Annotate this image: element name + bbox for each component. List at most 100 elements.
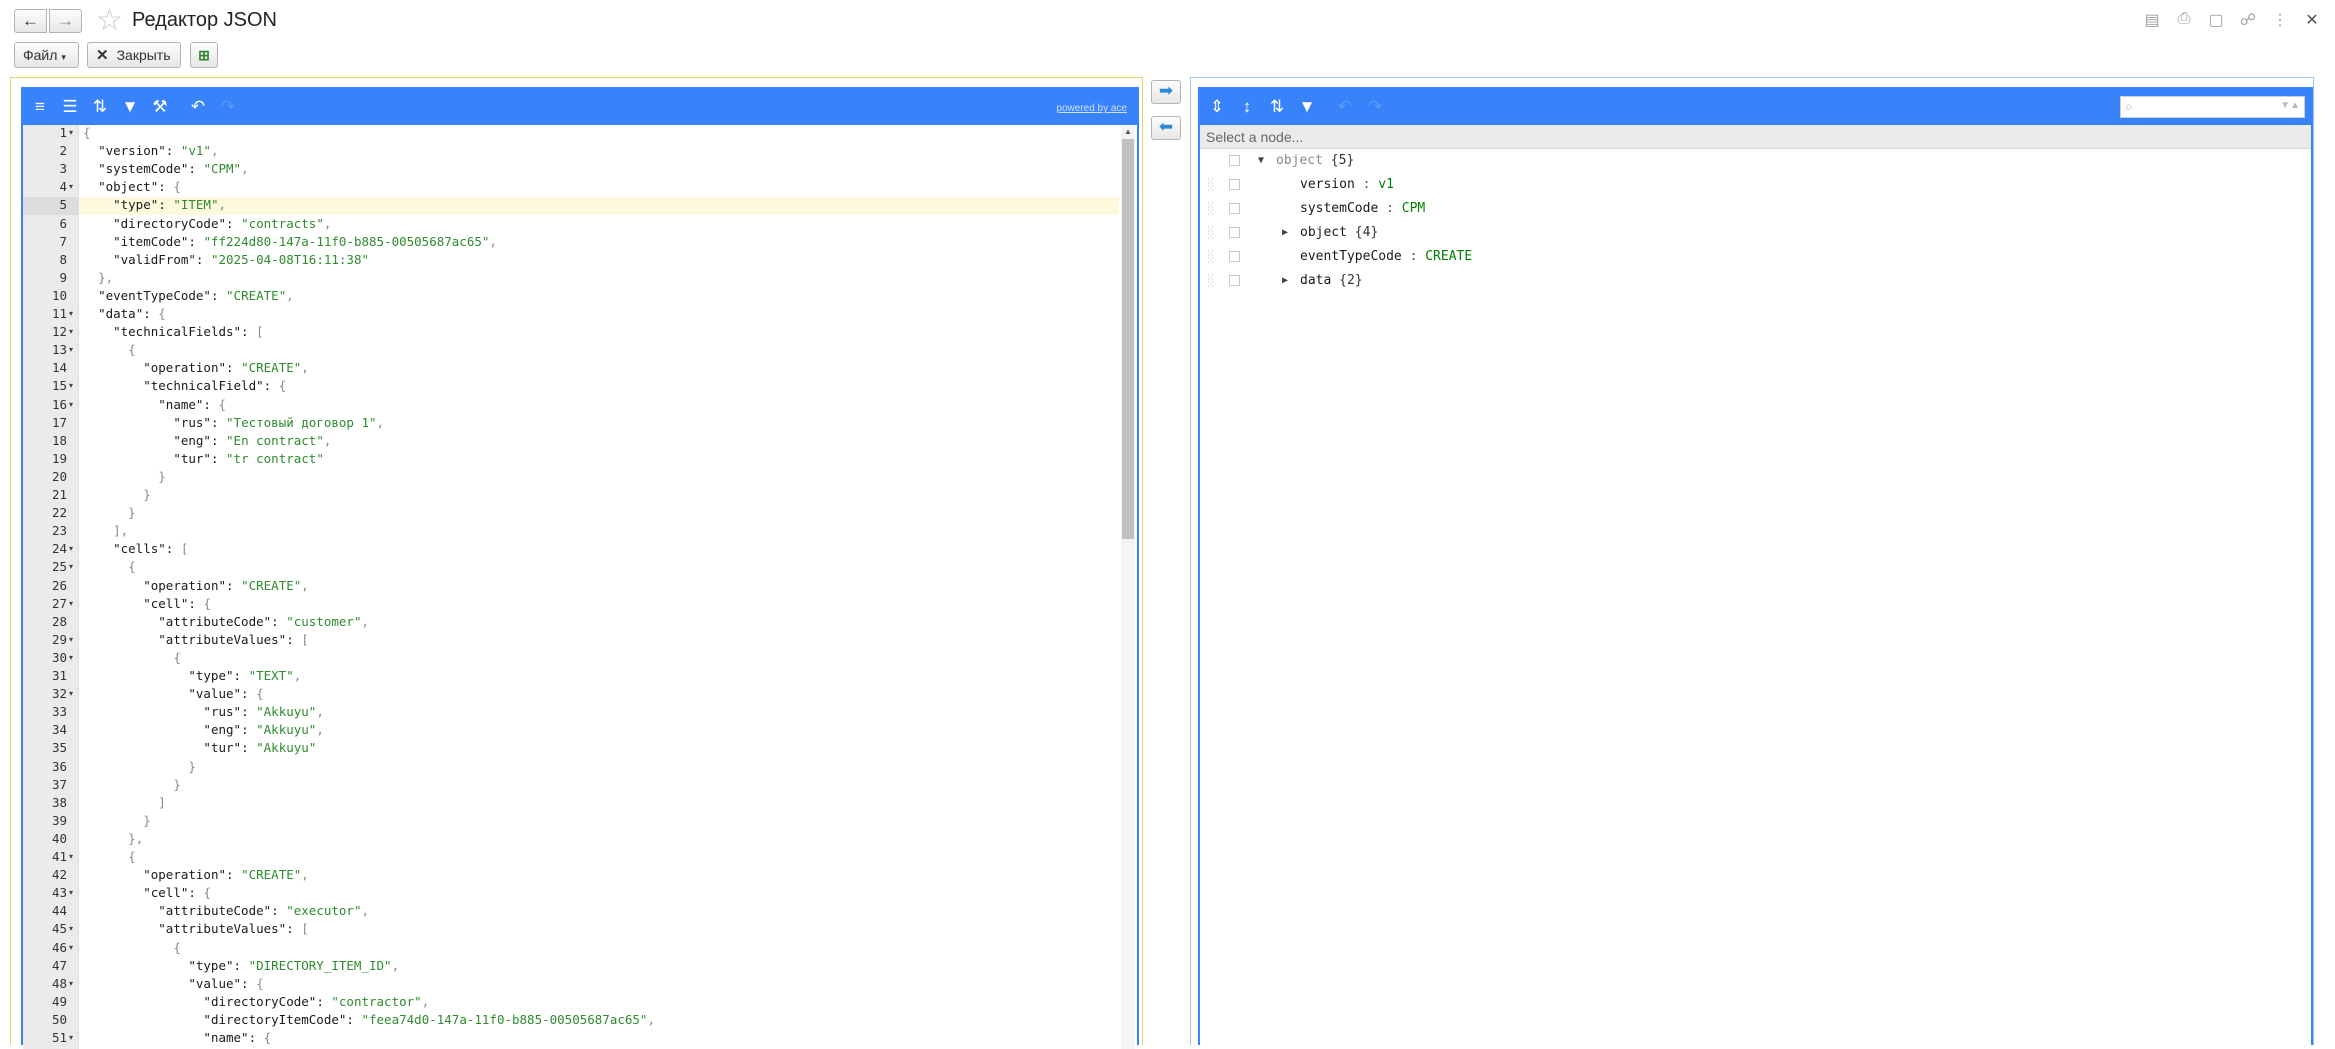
node-field[interactable]: eventTypeCode : CREATE [1300,245,1472,269]
editor-scrollbar[interactable]: ▲ [1121,125,1135,1049]
node-field[interactable]: data {2} [1300,269,1363,293]
fold-toggle-icon[interactable]: ▾ [69,562,77,571]
code-line: } [188,758,196,774]
drag-handle-icon[interactable]: ⁙ ⁙ [1206,200,1216,218]
close-x-icon: ✕ [96,47,109,64]
code-area[interactable]: { "version": "v1", "systemCode": "CPM", … [79,125,1119,1049]
drag-handle-icon[interactable]: ⁙ ⁙ [1206,176,1216,194]
preview-icon[interactable]: ▢ [2207,10,2225,30]
fold-toggle-icon[interactable]: ▾ [69,653,77,662]
file-menu-label: Файл [23,47,58,63]
link-icon[interactable]: ☍ [2239,10,2257,30]
node-field[interactable]: version : v1 [1300,173,1394,197]
filter-icon[interactable]: ▼ [1296,97,1318,117]
copy-to-tree-button[interactable]: ➡ [1151,80,1181,104]
node-field[interactable]: systemCode : CPM [1300,197,1425,221]
node-field[interactable]: object {5} [1276,149,1354,173]
more-icon[interactable]: ⋮ [2271,10,2289,30]
expand-right-icon[interactable]: ▶ [1282,269,1288,293]
collapse-all-icon[interactable]: ↕ [1236,97,1258,117]
scroll-up-icon[interactable]: ▲ [1121,125,1135,139]
fold-toggle-icon[interactable]: ▾ [69,128,77,137]
tree-node[interactable]: ⁙ ⁙ ▶ object {4} [1200,221,2311,245]
fold-toggle-icon[interactable]: ▾ [69,381,77,390]
sort-icon[interactable]: ⇅ [89,97,111,117]
tree-search-input[interactable]: ⌕ ▼▲ [2120,96,2305,118]
fold-toggle-icon[interactable]: ▾ [69,888,77,897]
code-line: "type": "ITEM", [113,197,227,213]
node-field[interactable]: object {4} [1300,221,1378,245]
expand-down-icon[interactable]: ▼ [1258,149,1264,173]
add-button[interactable]: ⊞ [190,42,218,68]
undo-icon[interactable]: ↶ [187,97,209,117]
fold-toggle-icon[interactable]: ▾ [69,943,77,952]
code-editor: ≡ ☰ ⇅ ▼ ⚒ ↶ ↷ powered by ace 1 ▾ 2 3 4 ▾ 5 6 7 8 9… [21,87,1139,1049]
drag-handle-icon[interactable]: ⁙ ⁙ [1206,224,1216,242]
drag-handle-icon[interactable]: ⁙ ⁙ [1206,272,1216,290]
tree-node[interactable]: ⁙ ⁙ version : v1 [1200,173,2311,197]
undo-icon[interactable]: ↶ [1334,97,1356,117]
line-number: 46 [51,939,67,955]
node-select-checkbox[interactable] [1229,227,1240,238]
tree-node[interactable]: ⁙ ⁙ systemCode : CPM [1200,197,2311,221]
fold-toggle-icon[interactable]: ▾ [69,544,77,553]
print-icon[interactable]: ⎙ [2175,10,2193,30]
line-number: 2 [59,143,67,159]
redo-icon[interactable]: ↷ [1364,97,1386,117]
compact-icon[interactable]: ☰ [59,97,81,117]
sort-icon[interactable]: ⇅ [1266,97,1288,117]
code-line: ], [113,523,129,539]
fold-toggle-icon[interactable]: ▾ [69,635,77,644]
fold-toggle-icon[interactable]: ▾ [69,1033,77,1042]
fold-toggle-icon[interactable]: ▾ [69,979,77,988]
node-select-checkbox[interactable] [1229,275,1240,286]
fold-toggle-icon[interactable]: ▾ [69,924,77,933]
tree-node[interactable]: ▼ object {5} [1200,149,2311,173]
node-navigation-bar[interactable]: Select a node... [1200,125,2311,149]
save-icon[interactable]: ▤ [2143,10,2161,30]
node-select-checkbox[interactable] [1229,179,1240,190]
redo-icon[interactable]: ↷ [217,97,239,117]
expand-all-icon[interactable]: ⇕ [1206,97,1228,117]
fold-toggle-icon[interactable]: ▾ [69,182,77,191]
fold-toggle-icon[interactable]: ▾ [69,689,77,698]
node-select-checkbox[interactable] [1229,155,1240,166]
tree-node[interactable]: ⁙ ⁙ eventTypeCode : CREATE [1200,245,2311,269]
fold-toggle-icon[interactable]: ▾ [69,400,77,409]
node-select-checkbox[interactable] [1229,251,1240,262]
line-number: 10 [51,287,67,303]
expand-right-icon[interactable]: ▶ [1282,221,1288,245]
forward-button[interactable]: → [49,9,82,33]
file-menu-button[interactable]: Файл ▾ [14,42,79,68]
code-line: "tur": "Akkuyu" [203,740,317,756]
code-line: { [173,939,181,955]
drag-handle-icon[interactable]: ⁙ ⁙ [1206,248,1216,266]
node-select-checkbox[interactable] [1229,203,1240,214]
code-line: "operation": "CREATE", [143,577,309,593]
copy-to-code-button[interactable]: ⬅ [1151,116,1181,140]
arrow-left-circle-icon: ⬅ [1158,117,1174,136]
line-number: 47 [51,957,67,973]
line-number: 44 [51,903,67,919]
fold-toggle-icon[interactable]: ▾ [69,852,77,861]
search-options-icon[interactable]: ▼▲ [2280,100,2300,111]
code-line: "technicalFields": [ [113,324,264,340]
code-line: "eng": "En contract", [173,432,332,448]
close-icon[interactable]: ✕ [2303,10,2321,30]
fold-toggle-icon[interactable]: ▾ [69,599,77,608]
fold-toggle-icon[interactable]: ▾ [69,345,77,354]
code-line: "directoryCode": "contractor", [203,993,430,1009]
powered-by-link[interactable]: powered by ace [1056,103,1127,114]
close-button[interactable]: ✕ Закрыть [87,42,181,68]
star-icon[interactable]: ☆ [96,4,123,38]
filter-icon[interactable]: ▼ [119,97,141,117]
scrollbar-thumb[interactable] [1122,139,1134,539]
back-button[interactable]: ← [14,9,47,33]
code-line: "attributeCode": "customer", [158,613,370,629]
fold-toggle-icon[interactable]: ▾ [69,309,77,318]
tree-editor: ⇕ ↕ ⇅ ▼ ↶ ↷ ⌕ ▼▲ Select a node... ▼ objec… [1198,87,2313,1045]
format-icon[interactable]: ≡ [29,97,51,117]
tree-node[interactable]: ⁙ ⁙ ▶ data {2} [1200,269,2311,293]
fold-toggle-icon[interactable]: ▾ [69,327,77,336]
repair-icon[interactable]: ⚒ [149,97,171,117]
